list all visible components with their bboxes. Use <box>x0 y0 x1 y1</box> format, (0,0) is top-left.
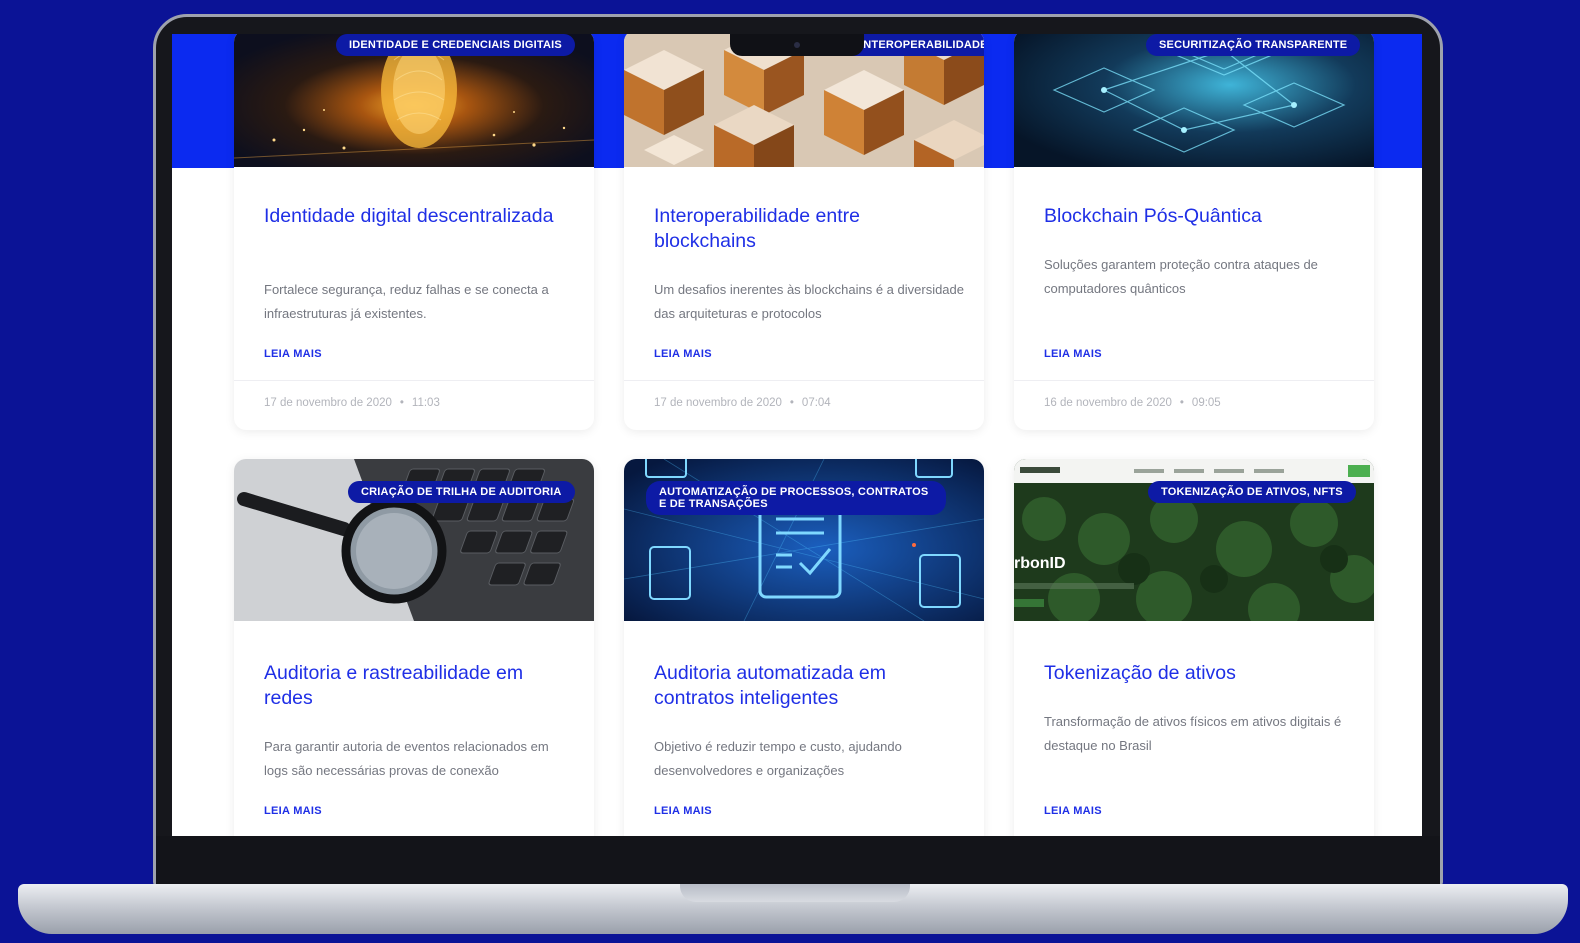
article-description: Para garantir autoria de eventos relacio… <box>264 739 549 778</box>
article-description: Um desafios inerentes às blockchains é a… <box>654 282 965 321</box>
publish-date: 17 de novembro de 2020 <box>654 397 782 409</box>
laptop-chin <box>156 836 1440 884</box>
read-more-link[interactable]: LEIA MAIS <box>654 805 712 817</box>
article-meta: 17 de novembro de 2020 • 07:04 <box>624 380 984 425</box>
publish-date: 17 de novembro de 2020 <box>264 397 392 409</box>
read-more-link[interactable]: LEIA MAIS <box>1044 348 1102 360</box>
article-card-smart-contracts[interactable]: AUTOMATIZAÇÃO DE PROCESSOS, CONTRATOS E … <box>624 459 984 836</box>
category-tag: AUTOMATIZAÇÃO DE PROCESSOS, CONTRATOS E … <box>646 481 946 515</box>
article-card-post-quantum[interactable]: SECURITIZAÇÃO TRANSPARENTE Blockchain Pó… <box>1014 34 1374 430</box>
publish-time: 09:05 <box>1191 397 1221 409</box>
article-description: Fortalece segurança, reduz falhas e se c… <box>264 282 549 321</box>
read-more-link[interactable]: LEIA MAIS <box>654 348 712 360</box>
publish-time: 07:04 <box>801 397 831 409</box>
article-description: Objetivo é reduzir tempo e custo, ajudan… <box>654 739 902 778</box>
article-card-tokenization[interactable]: rbonID TOKENIZAÇÃO DE ATIVOS, NFTS Token… <box>1014 459 1374 836</box>
article-meta: 17 de novembro de 2020 • 11:03 <box>234 380 594 425</box>
read-more-link[interactable]: LEIA MAIS <box>264 805 322 817</box>
publish-date: 16 de novembro de 2020 <box>1044 397 1172 409</box>
article-title[interactable]: Tokenização de ativos <box>1044 661 1344 686</box>
separator-dot: • <box>789 397 794 409</box>
article-card-interoperability[interactable]: INTEROPERABILIDADE Interoperabilidade en… <box>624 34 984 430</box>
article-title[interactable]: Identidade digital descentralizada <box>264 204 564 229</box>
article-meta: 16 de novembro de 2020 • 09:05 <box>1014 380 1374 425</box>
camera-icon <box>794 42 800 48</box>
category-tag: SECURITIZAÇÃO TRANSPARENTE <box>1146 34 1361 56</box>
article-title[interactable]: Interoperabilidade entre blockchains <box>654 204 954 254</box>
read-more-link[interactable]: LEIA MAIS <box>264 348 322 360</box>
category-tag: CRIAÇÃO DE TRILHA DE AUDITORIA <box>348 481 575 503</box>
article-description: Soluções garantem proteção contra ataque… <box>1044 257 1318 296</box>
camera-notch <box>730 34 864 56</box>
read-more-link[interactable]: LEIA MAIS <box>1044 805 1102 817</box>
article-card-audit-traceability[interactable]: CRIAÇÃO DE TRILHA DE AUDITORIA Auditoria… <box>234 459 594 836</box>
separator-dot: • <box>1179 397 1184 409</box>
article-card-digital-identity[interactable]: IDENTIDADE E CREDENCIAIS DIGITAIS Identi… <box>234 34 594 430</box>
laptop-groove <box>680 884 910 902</box>
publish-time: 11:03 <box>411 397 440 409</box>
category-tag: IDENTIDADE E CREDENCIAIS DIGITAIS <box>336 34 575 56</box>
article-description: Transformação de ativos físicos em ativo… <box>1044 714 1342 753</box>
website-logo-text: rbonID <box>1014 555 1066 572</box>
article-title[interactable]: Auditoria e rastreabilidade em redes <box>264 661 564 711</box>
article-title[interactable]: Blockchain Pós-Quântica <box>1044 204 1344 229</box>
laptop-screen: IDENTIDADE E CREDENCIAIS DIGITAIS Identi… <box>172 34 1422 836</box>
category-tag: TOKENIZAÇÃO DE ATIVOS, NFTS <box>1148 481 1356 503</box>
separator-dot: • <box>399 397 404 409</box>
article-title[interactable]: Auditoria automatizada em contratos inte… <box>654 661 954 711</box>
